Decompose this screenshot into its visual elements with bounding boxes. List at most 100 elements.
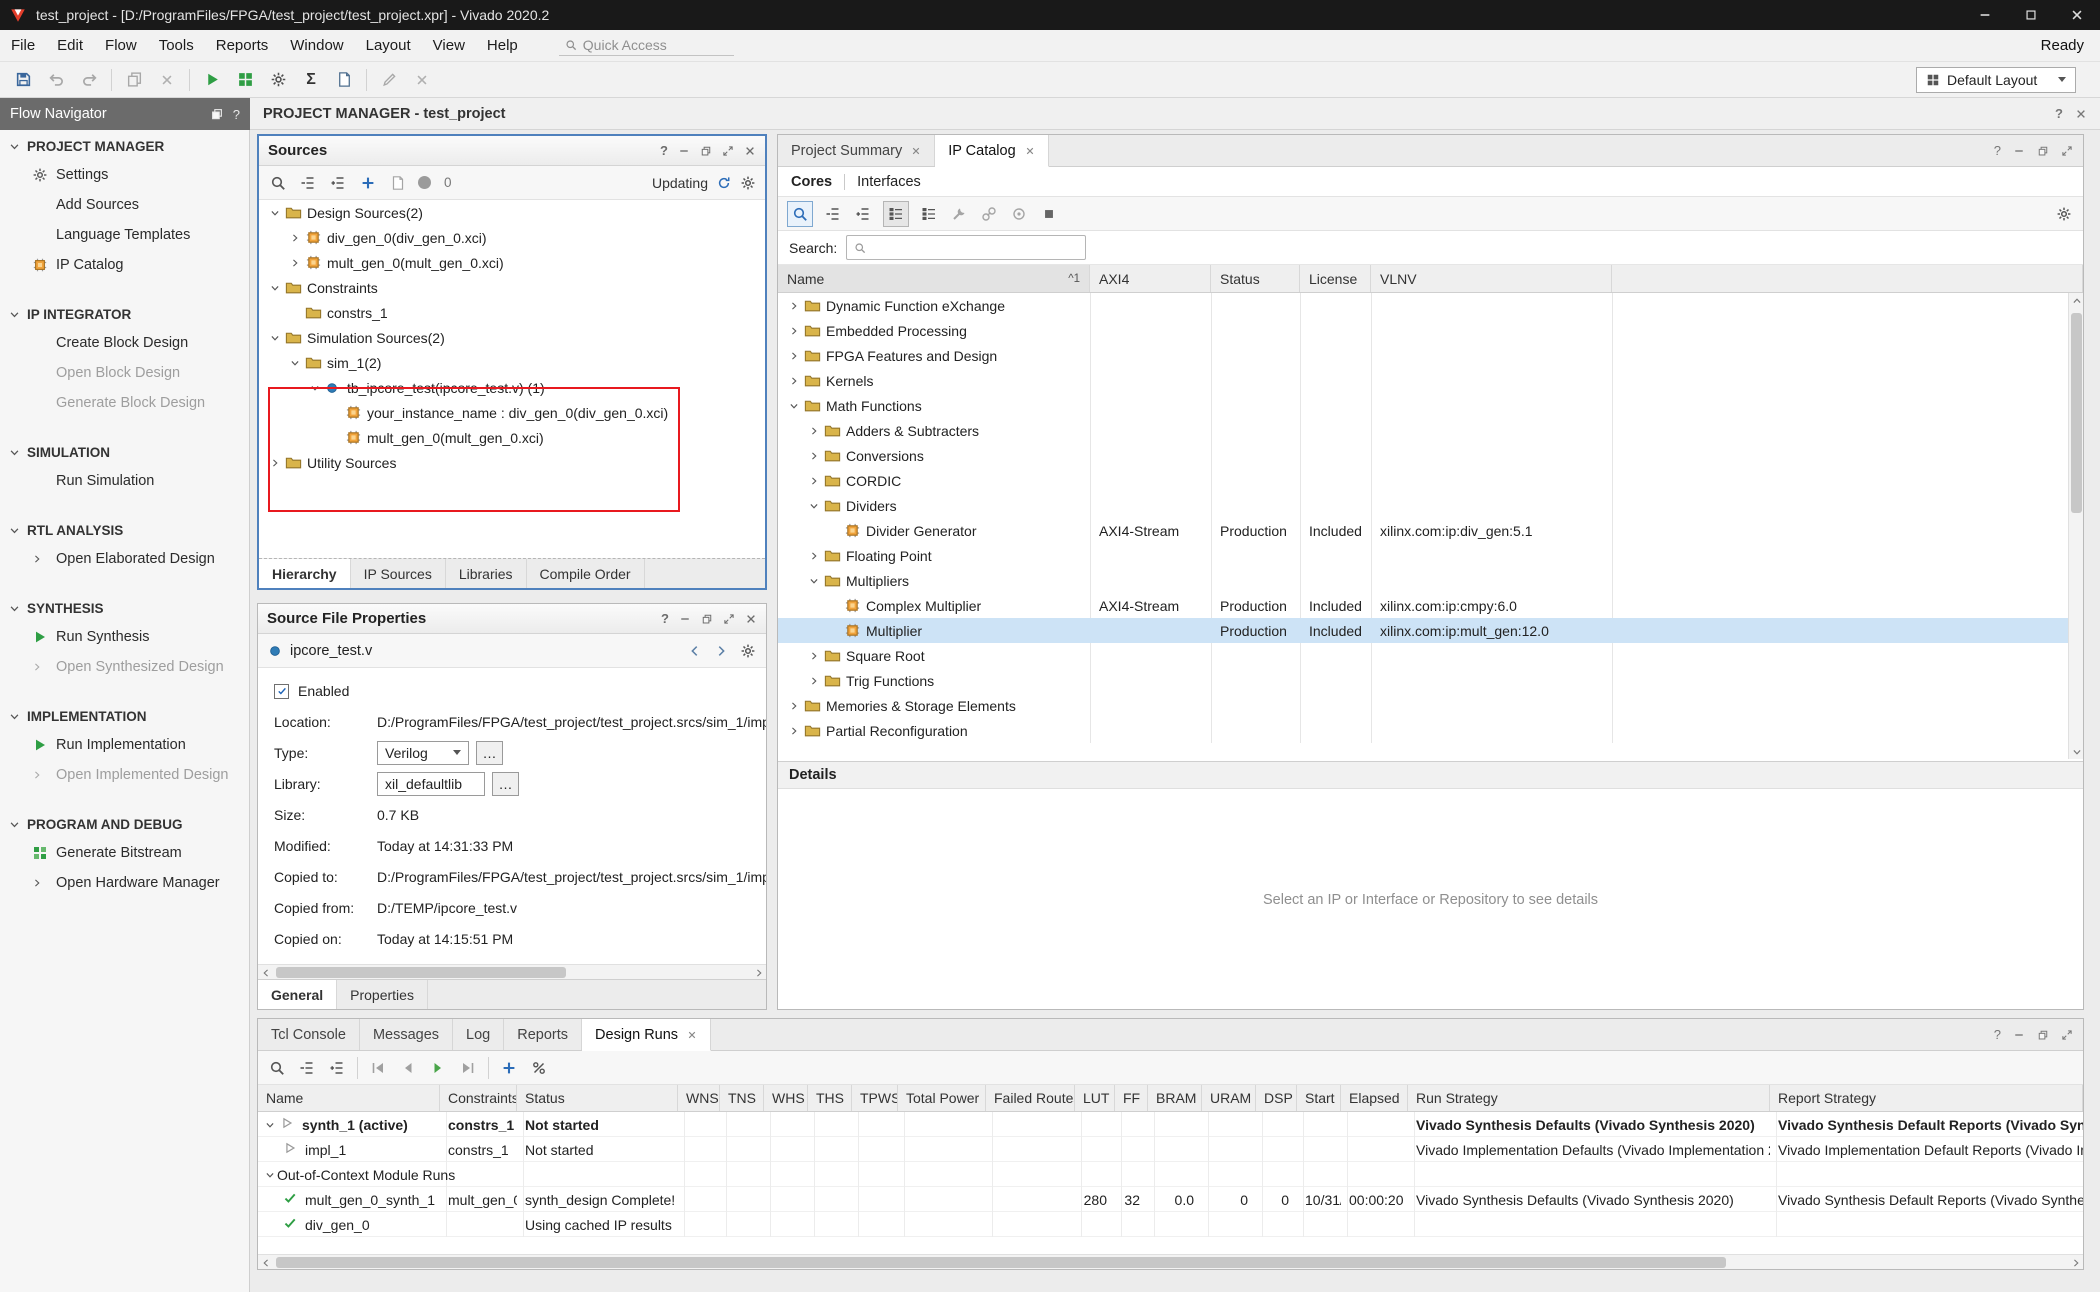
column-header[interactable]: TPWS — [852, 1085, 898, 1111]
tab-log[interactable]: Log — [453, 1019, 504, 1050]
scroll-up-arrow[interactable] — [2069, 293, 2084, 308]
minimize-window-icon[interactable] — [1962, 0, 2008, 30]
expand-all-icon[interactable] — [327, 1058, 347, 1078]
nav-open-synthesized-design[interactable]: Open Synthesized Design — [0, 652, 249, 682]
catalog-row[interactable]: Adders & Subtracters — [778, 418, 2068, 443]
run-icon[interactable] — [201, 69, 223, 91]
nav-open-hardware-manager[interactable]: Open Hardware Manager — [0, 868, 249, 898]
nav-section-ip-integrator[interactable]: IP INTEGRATOR — [0, 300, 249, 328]
catalog-row[interactable]: Floating Point — [778, 543, 2068, 568]
enabled-checkbox[interactable] — [274, 684, 289, 699]
close-tab-icon[interactable] — [1025, 146, 1035, 156]
column-header[interactable]: FF — [1115, 1085, 1148, 1111]
menu-file[interactable]: File — [0, 37, 46, 54]
dock-icon[interactable] — [210, 107, 224, 121]
catalog-row[interactable]: Memories & Storage Elements — [778, 693, 2068, 718]
nav-open-block-design[interactable]: Open Block Design — [0, 358, 249, 388]
column-header[interactable]: Total Power — [898, 1085, 986, 1111]
expander-icon[interactable] — [267, 205, 282, 220]
subnav-interfaces[interactable]: Interfaces — [857, 174, 921, 190]
redo-icon[interactable] — [78, 69, 100, 91]
subnav-cores[interactable]: Cores — [791, 174, 832, 190]
run-row-synth1[interactable]: synth_1 (active) constrs_1 Not started V… — [258, 1112, 2083, 1137]
create-run-icon[interactable] — [499, 1058, 519, 1078]
scroll-left-arrow[interactable] — [258, 1255, 273, 1270]
expander-icon[interactable] — [806, 473, 821, 488]
catalog-row[interactable]: Divider GeneratorAXI4-StreamProductionIn… — [778, 518, 2068, 543]
float-icon[interactable] — [2037, 145, 2049, 157]
scroll-down-arrow[interactable] — [2069, 744, 2084, 759]
expander-icon[interactable] — [287, 355, 302, 370]
nav-section-program-debug[interactable]: PROGRAM AND DEBUG — [0, 810, 249, 838]
missing-file-icon[interactable] — [388, 173, 408, 193]
catalog-row[interactable]: Multipliers — [778, 568, 2068, 593]
column-header-name[interactable]: Name^1 — [778, 265, 1090, 292]
expander-icon[interactable] — [786, 323, 801, 338]
expander-icon[interactable] — [786, 298, 801, 313]
column-header[interactable]: Run Strategy — [1408, 1085, 1770, 1111]
maximize-icon[interactable] — [722, 145, 734, 157]
tree-row[interactable]: tb_ipcore_test (ipcore_test.v) (1) — [259, 375, 765, 400]
close-icon[interactable] — [744, 145, 756, 157]
column-header-axi4[interactable]: AXI4 — [1090, 265, 1211, 292]
expander-icon[interactable] — [287, 255, 302, 270]
tree-row[interactable]: Constraints — [259, 275, 765, 300]
expander-icon[interactable] — [806, 573, 821, 588]
expand-all-icon[interactable] — [853, 204, 873, 224]
maximize-icon[interactable] — [2061, 145, 2073, 157]
tab-messages[interactable]: Messages — [360, 1019, 453, 1050]
tree-row[interactable]: Design Sources (2) — [259, 200, 765, 225]
gear-icon[interactable] — [740, 175, 756, 191]
expander-icon[interactable] — [806, 423, 821, 438]
menu-view[interactable]: View — [422, 37, 476, 54]
tree-row[interactable]: Simulation Sources (2) — [259, 325, 765, 350]
column-header[interactable]: Start — [1297, 1085, 1341, 1111]
menu-layout[interactable]: Layout — [355, 37, 422, 54]
float-icon[interactable] — [700, 145, 712, 157]
tab-general[interactable]: General — [258, 980, 337, 1009]
tree-row[interactable]: your_instance_name : div_gen_0 (div_gen_… — [259, 400, 765, 425]
maximize-icon[interactable] — [2061, 1029, 2073, 1041]
library-field[interactable]: xil_defaultlib — [377, 772, 485, 796]
expander-icon[interactable] — [267, 330, 282, 345]
nav-generate-block-design[interactable]: Generate Block Design — [0, 388, 249, 418]
minimize-icon[interactable] — [2013, 1029, 2025, 1041]
library-more-button[interactable]: … — [492, 772, 519, 796]
catalog-row[interactable]: Dynamic Function eXchange — [778, 293, 2068, 318]
expander-icon[interactable] — [267, 455, 282, 470]
menu-tools[interactable]: Tools — [148, 37, 205, 54]
scroll-right-arrow[interactable] — [751, 965, 766, 980]
tree-row[interactable]: mult_gen_0 (mult_gen_0.xci) — [259, 425, 765, 450]
menu-window[interactable]: Window — [279, 37, 354, 54]
catalog-row[interactable]: Square Root — [778, 643, 2068, 668]
nav-add-sources[interactable]: Add Sources — [0, 190, 249, 220]
expander-icon[interactable] — [786, 398, 801, 413]
column-header[interactable]: Name — [258, 1085, 440, 1111]
expander-icon[interactable] — [786, 348, 801, 363]
undo-icon[interactable] — [45, 69, 67, 91]
nav-open-elaborated-design[interactable]: Open Elaborated Design — [0, 544, 249, 574]
nav-section-synthesis[interactable]: SYNTHESIS — [0, 594, 249, 622]
menu-help[interactable]: Help — [476, 37, 529, 54]
help-icon[interactable]: ? — [660, 143, 668, 158]
cancel-icon[interactable] — [411, 69, 433, 91]
expander-icon[interactable] — [786, 723, 801, 738]
catalog-row[interactable]: Kernels — [778, 368, 2068, 393]
column-header-status[interactable]: Status — [1211, 265, 1300, 292]
tab-tcl-console[interactable]: Tcl Console — [258, 1019, 360, 1050]
catalog-row[interactable]: CORDIC — [778, 468, 2068, 493]
tree-row[interactable]: constrs_1 — [259, 300, 765, 325]
catalog-row[interactable]: Partial Reconfiguration — [778, 718, 2068, 743]
expand-all-icon[interactable] — [328, 173, 348, 193]
forward-arrow-icon[interactable] — [714, 644, 728, 658]
type-more-button[interactable]: … — [476, 741, 503, 765]
minimize-icon[interactable] — [2013, 145, 2025, 157]
catalog-row[interactable]: Dividers — [778, 493, 2068, 518]
tree-row[interactable]: div_gen_0 (div_gen_0.xci) — [259, 225, 765, 250]
tree-row[interactable]: sim_1 (2) — [259, 350, 765, 375]
expander-icon[interactable] — [806, 648, 821, 663]
catalog-row-selected[interactable]: MultiplierProductionIncludedxilinx.com:i… — [778, 618, 2068, 643]
step-back-icon[interactable] — [398, 1058, 418, 1078]
scroll-right-arrow[interactable] — [2068, 1255, 2083, 1270]
stop-icon[interactable] — [1039, 204, 1059, 224]
